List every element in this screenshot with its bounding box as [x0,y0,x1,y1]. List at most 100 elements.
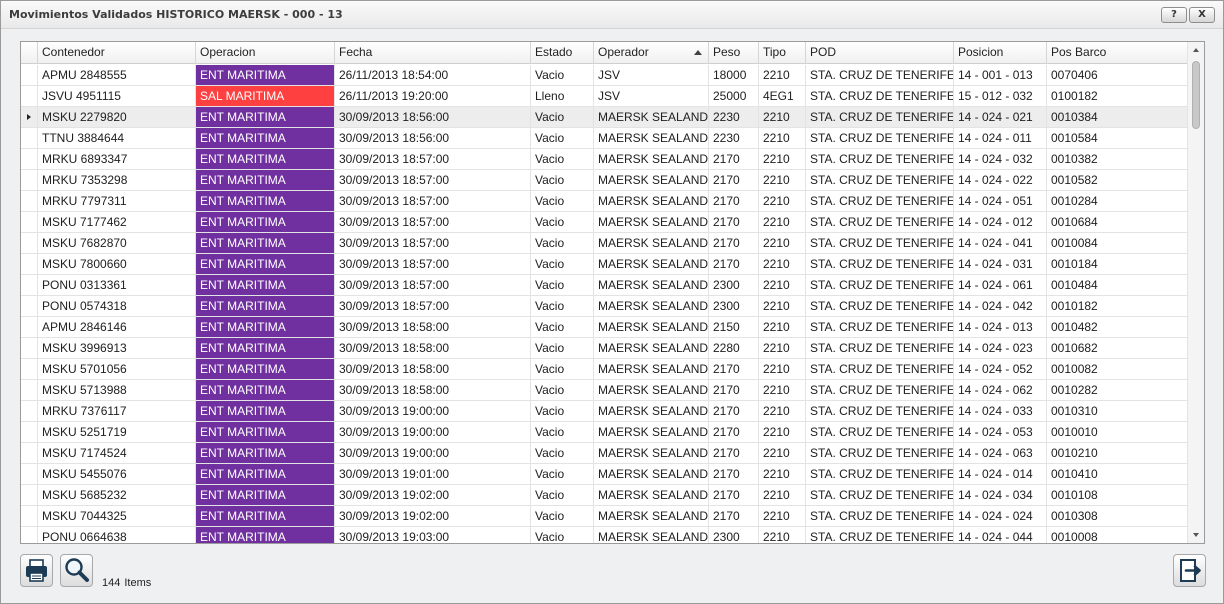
cell-operador[interactable]: MAERSK SEALAND [594,485,709,505]
cell-operacion[interactable]: ENT MARITIMA [196,485,335,505]
cell-operador[interactable]: MAERSK SEALAND [594,401,709,421]
cell-pod[interactable]: STA. CRUZ DE TENERIFE [806,485,954,505]
cell-fecha[interactable]: 30/09/2013 18:57:00 [335,254,531,274]
cell-pod[interactable]: STA. CRUZ DE TENERIFE [806,254,954,274]
cell-operacion[interactable]: ENT MARITIMA [196,275,335,295]
cell-posicion[interactable]: 15 - 012 - 032 [954,86,1047,106]
cell-operador[interactable]: MAERSK SEALAND [594,317,709,337]
cell-tipo[interactable]: 2210 [759,338,806,358]
cell-contenedor[interactable]: MRKU 7797311 [38,191,196,211]
cell-tipo[interactable]: 2210 [759,527,806,543]
cell-posicion[interactable]: 14 - 024 - 012 [954,212,1047,232]
cell-tipo[interactable]: 2210 [759,170,806,190]
cell-posicion[interactable]: 14 - 024 - 011 [954,128,1047,148]
cell-estado[interactable]: Vacio [531,338,594,358]
cell-pod[interactable]: STA. CRUZ DE TENERIFE [806,464,954,484]
cell-operador[interactable]: MAERSK SEALAND [594,296,709,316]
cell-posicion[interactable]: 14 - 024 - 053 [954,422,1047,442]
cell-peso[interactable]: 2300 [709,275,759,295]
cell-tipo[interactable]: 2210 [759,149,806,169]
row-indicator[interactable] [21,380,38,400]
cell-tipo[interactable]: 4EG1 [759,86,806,106]
row-indicator[interactable] [21,464,38,484]
row-indicator[interactable] [21,86,38,106]
cell-pod[interactable]: STA. CRUZ DE TENERIFE [806,380,954,400]
cell-tipo[interactable]: 2210 [759,107,806,127]
cell-operador[interactable]: MAERSK SEALAND [594,107,709,127]
cell-tipo[interactable]: 2210 [759,422,806,442]
cell-pos-barco[interactable]: 0010210 [1047,443,1188,463]
cell-peso[interactable]: 2170 [709,212,759,232]
cell-pod[interactable]: STA. CRUZ DE TENERIFE [806,212,954,232]
cell-operacion[interactable]: ENT MARITIMA [196,65,335,85]
cell-operador[interactable]: MAERSK SEALAND [594,380,709,400]
cell-pos-barco[interactable]: 0010382 [1047,149,1188,169]
cell-contenedor[interactable]: APMU 2846146 [38,317,196,337]
cell-posicion[interactable]: 14 - 024 - 051 [954,191,1047,211]
cell-estado[interactable]: Vacio [531,233,594,253]
row-indicator[interactable] [21,401,38,421]
cell-fecha[interactable]: 30/09/2013 18:57:00 [335,296,531,316]
cell-posicion[interactable]: 14 - 024 - 033 [954,401,1047,421]
cell-pod[interactable]: STA. CRUZ DE TENERIFE [806,338,954,358]
table-row[interactable]: JSVU 4951115 SAL MARITIMA 26/11/2013 19:20… [21,86,1188,107]
table-row[interactable]: PONU 0664638 ENT MARITIMA 30/09/2013 19:03… [21,527,1188,543]
cell-contenedor[interactable]: MSKU 7800660 [38,254,196,274]
cell-operacion[interactable]: ENT MARITIMA [196,212,335,232]
cell-posicion[interactable]: 14 - 024 - 024 [954,506,1047,526]
cell-tipo[interactable]: 2210 [759,275,806,295]
cell-pod[interactable]: STA. CRUZ DE TENERIFE [806,296,954,316]
table-row[interactable]: MSKU 2279820 ENT MARITIMA 30/09/2013 18:56… [21,107,1188,128]
row-indicator[interactable] [21,359,38,379]
cell-tipo[interactable]: 2210 [759,359,806,379]
cell-fecha[interactable]: 30/09/2013 18:58:00 [335,338,531,358]
cell-pos-barco[interactable]: 0010308 [1047,506,1188,526]
cell-tipo[interactable]: 2210 [759,128,806,148]
cell-posicion[interactable]: 14 - 001 - 013 [954,65,1047,85]
cell-estado[interactable]: Vacio [531,485,594,505]
cell-operador[interactable]: MAERSK SEALAND [594,128,709,148]
cell-estado[interactable]: Vacio [531,317,594,337]
cell-contenedor[interactable]: MSKU 2279820 [38,107,196,127]
table-row[interactable]: APMU 2846146 ENT MARITIMA 30/09/2013 18:58… [21,317,1188,338]
row-indicator[interactable] [21,443,38,463]
table-row[interactable]: MSKU 7800660 ENT MARITIMA 30/09/2013 18:57… [21,254,1188,275]
row-indicator[interactable] [21,149,38,169]
cell-pos-barco[interactable]: 0070406 [1047,65,1188,85]
cell-contenedor[interactable]: MRKU 7376117 [38,401,196,421]
cell-operador[interactable]: MAERSK SEALAND [594,191,709,211]
cell-pod[interactable]: STA. CRUZ DE TENERIFE [806,317,954,337]
cell-fecha[interactable]: 30/09/2013 19:00:00 [335,443,531,463]
cell-pod[interactable]: STA. CRUZ DE TENERIFE [806,128,954,148]
cell-pod[interactable]: STA. CRUZ DE TENERIFE [806,359,954,379]
cell-peso[interactable]: 2170 [709,191,759,211]
close-button[interactable]: X [1189,7,1215,23]
cell-tipo[interactable]: 2210 [759,191,806,211]
table-row[interactable]: MSKU 5713988 ENT MARITIMA 30/09/2013 18:58… [21,380,1188,401]
cell-peso[interactable]: 2170 [709,359,759,379]
cell-pos-barco[interactable]: 0010684 [1047,212,1188,232]
cell-pod[interactable]: STA. CRUZ DE TENERIFE [806,107,954,127]
cell-posicion[interactable]: 14 - 024 - 062 [954,380,1047,400]
cell-peso[interactable]: 2170 [709,485,759,505]
cell-pos-barco[interactable]: 0100182 [1047,86,1188,106]
cell-fecha[interactable]: 30/09/2013 18:56:00 [335,107,531,127]
row-indicator[interactable] [21,233,38,253]
cell-operador[interactable]: MAERSK SEALAND [594,338,709,358]
column-header-operacion[interactable]: Operacion [196,42,335,64]
table-row[interactable]: MSKU 5455076 ENT MARITIMA 30/09/2013 19:01… [21,464,1188,485]
cell-operacion[interactable]: ENT MARITIMA [196,107,335,127]
row-indicator[interactable] [21,254,38,274]
cell-peso[interactable]: 2170 [709,380,759,400]
row-indicator[interactable] [21,422,38,442]
cell-pod[interactable]: STA. CRUZ DE TENERIFE [806,233,954,253]
vertical-scrollbar[interactable] [1187,42,1204,543]
cell-operador[interactable]: MAERSK SEALAND [594,359,709,379]
cell-pos-barco[interactable]: 0010484 [1047,275,1188,295]
help-button[interactable]: ? [1161,7,1187,23]
column-header-fecha[interactable]: Fecha [335,42,531,64]
cell-peso[interactable]: 2280 [709,338,759,358]
cell-estado[interactable]: Vacio [531,422,594,442]
cell-pos-barco[interactable]: 0010184 [1047,254,1188,274]
cell-fecha[interactable]: 30/09/2013 19:00:00 [335,401,531,421]
